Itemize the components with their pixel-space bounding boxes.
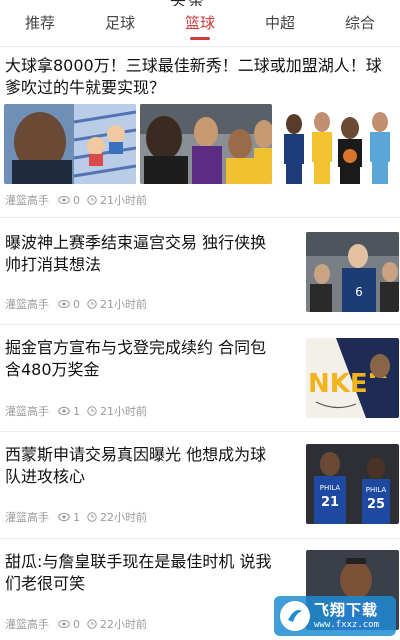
watermark-logo-icon <box>280 601 310 631</box>
clock-icon <box>87 512 97 522</box>
article-meta: 灌篮高手 0 21小时前 <box>5 297 147 312</box>
article-meta: 灌篮高手 0 21小时前 <box>5 193 147 208</box>
jersey-number: 21 <box>321 495 339 510</box>
watermark: 飞翔下载 www.fxxz.com <box>274 596 396 636</box>
watermark-text: 飞翔下载 <box>314 601 379 619</box>
article-title-line: 帅打消其想法 <box>5 255 102 274</box>
view-icon <box>58 619 70 629</box>
article-title-line: 爹吹过的牛就要实现？ <box>5 78 166 97</box>
article-time: 21小时前 <box>100 298 147 311</box>
article-meta: 灌篮高手 1 22小时前 <box>5 510 147 525</box>
article-thumbnail <box>276 104 399 184</box>
article-title: 曝波神上赛季结束逼宫交易 独行侠换 帅打消其想法 <box>5 232 295 276</box>
news-item[interactable]: 掘金官方宣布与戈登完成续约 合同包 含480万奖金 灌篮高手 1 21小时前 N… <box>0 325 400 431</box>
article-author: 灌篮高手 <box>5 511 49 524</box>
article-time: 22小时前 <box>100 618 147 631</box>
article-title-line: 甜瓜:与詹皇联手现在是最佳时机 说我 <box>5 552 272 571</box>
article-title-line: 西蒙斯申请交易真因曝光 他想成为球 <box>5 445 267 464</box>
article-thumbnail <box>4 104 136 184</box>
article-title: 掘金官方宣布与戈登完成续约 合同包 含480万奖金 <box>5 337 295 381</box>
clock-icon <box>87 406 97 416</box>
clock-icon <box>87 195 97 205</box>
article-time: 21小时前 <box>100 194 147 207</box>
watermark-url: www.fxxz.com <box>314 620 380 630</box>
article-author: 灌篮高手 <box>5 405 49 418</box>
jersey-text: PHILA <box>366 486 387 494</box>
article-time: 21小时前 <box>100 405 147 418</box>
view-icon <box>58 195 70 205</box>
article-comment-count: 1 <box>73 510 80 524</box>
article-meta: 灌篮高手 1 21小时前 <box>5 404 147 419</box>
article-comment-count: 0 <box>73 193 80 207</box>
news-item[interactable]: 西蒙斯申请交易真因曝光 他想成为球 队进攻核心 灌篮高手 1 22小时前 PHI… <box>0 432 400 538</box>
clock-icon <box>87 619 97 629</box>
view-icon <box>58 299 70 309</box>
article-time: 22小时前 <box>100 511 147 524</box>
jersey-number: 25 <box>367 497 385 512</box>
article-comment-count: 0 <box>73 617 80 631</box>
article-author: 灌篮高手 <box>5 618 49 631</box>
article-thumbnail: PHILA 21 PHILA 25 <box>306 444 399 524</box>
article-comment-count: 1 <box>73 404 80 418</box>
article-title-line: 大球拿8000万！三球最佳新秀！二球或加盟湖人！球 <box>5 56 382 75</box>
article-title: 甜瓜:与詹皇联手现在是最佳时机 说我 们老很可笑 <box>5 551 295 595</box>
article-thumbnail <box>140 104 272 184</box>
view-icon <box>58 512 70 522</box>
article-title-line: 曝波神上赛季结束逼宫交易 独行侠换 <box>5 233 267 252</box>
article-comment-count: 0 <box>73 297 80 311</box>
article-title-line: 们老很可笑 <box>5 574 86 593</box>
article-title-line: 含480万奖金 <box>5 360 100 379</box>
news-item[interactable]: 大球拿8000万！三球最佳新秀！二球或加盟湖人！球 爹吹过的牛就要实现？ 灌篮高… <box>0 0 400 216</box>
news-item[interactable]: 曝波神上赛季结束逼宫交易 独行侠换 帅打消其想法 灌篮高手 0 21小时前 6 <box>0 218 400 323</box>
article-title: 西蒙斯申请交易真因曝光 他想成为球 队进攻核心 <box>5 444 295 488</box>
article-meta: 灌篮高手 0 22小时前 <box>5 617 147 632</box>
article-title-line: 掘金官方宣布与戈登完成续约 合同包 <box>5 338 267 357</box>
article-thumbnail: NKED <box>306 338 399 418</box>
article-author: 灌篮高手 <box>5 194 49 207</box>
article-title-line: 队进攻核心 <box>5 467 86 486</box>
svg-text:6: 6 <box>355 285 363 299</box>
view-icon <box>58 406 70 416</box>
article-author: 灌篮高手 <box>5 298 49 311</box>
article-title: 大球拿8000万！三球最佳新秀！二球或加盟湖人！球 爹吹过的牛就要实现？ <box>5 55 397 99</box>
article-thumbnail: 6 <box>306 232 399 312</box>
clock-icon <box>87 299 97 309</box>
jersey-text: PHILA <box>320 484 341 492</box>
